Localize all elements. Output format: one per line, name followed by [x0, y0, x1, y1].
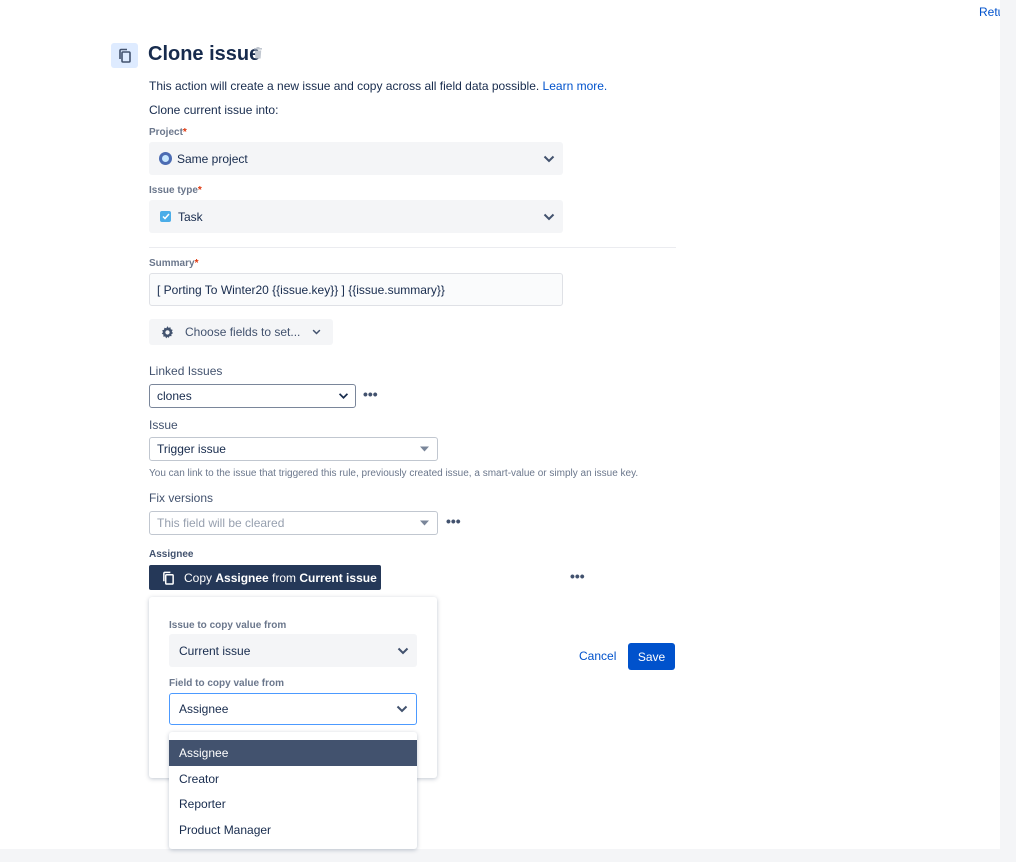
fix-versions-more-icon[interactable]: ••• — [446, 513, 461, 529]
project-label: Project* — [149, 127, 187, 138]
section-divider — [149, 247, 676, 248]
issue-to-copy-value: Current issue — [179, 643, 251, 658]
caret-down-icon — [420, 520, 429, 526]
dropdown-option-creator[interactable]: Creator — [169, 766, 417, 792]
issue-help-text: You can link to the issue that triggered… — [149, 468, 639, 479]
action-description: This action will create a new issue and … — [149, 79, 607, 93]
issue-type-select[interactable]: Task — [149, 200, 563, 233]
dropdown-option-product-manager[interactable]: Product Manager — [169, 817, 417, 843]
copy-button-field: Assignee — [215, 570, 269, 585]
chevron-down-icon — [313, 329, 321, 335]
page-title: Clone issue — [148, 43, 261, 65]
field-dropdown-menu: Assignee Creator Reporter Product Manage… — [169, 732, 417, 849]
assignee-more-icon[interactable]: ••• — [570, 568, 585, 584]
assignee-label: Assignee — [149, 549, 194, 560]
chevron-down-icon — [396, 705, 408, 713]
chevron-down-icon — [543, 155, 555, 162]
clone-icon — [111, 43, 138, 68]
choose-fields-label: Choose fields to set... — [185, 325, 301, 339]
summary-label-text: Summary — [149, 258, 195, 269]
cancel-button[interactable]: Cancel — [579, 649, 616, 663]
copy-assignee-button[interactable]: Copy Assignee from Current issue — [149, 565, 381, 590]
summary-input[interactable]: [ Porting To Winter20 {{issue.key}} ] {{… — [149, 273, 563, 306]
chevron-down-icon — [543, 213, 555, 220]
dropdown-option-reporter[interactable]: Reporter — [169, 791, 417, 817]
learn-more-link[interactable]: Learn more. — [543, 79, 608, 93]
required-marker: * — [197, 185, 202, 196]
copy-icon — [163, 571, 174, 585]
chevron-down-icon — [338, 393, 349, 399]
project-avatar-icon — [159, 152, 172, 165]
field-to-copy-value: Assignee — [179, 702, 229, 716]
issue-type-label: Issue type* — [149, 185, 202, 196]
project-value: Same project — [177, 151, 248, 166]
required-marker: * — [194, 258, 199, 269]
required-marker: * — [182, 127, 187, 138]
linked-issues-more-icon[interactable]: ••• — [363, 386, 378, 402]
linked-issues-value: clones — [157, 389, 192, 403]
issue-type-label-text: Issue type — [149, 185, 198, 196]
return-link[interactable]: Return — [979, 5, 1000, 19]
linked-issues-label: Linked Issues — [149, 364, 223, 378]
choose-fields-button[interactable]: Choose fields to set... — [149, 319, 333, 345]
fix-versions-placeholder: This field will be cleared — [157, 516, 285, 530]
chevron-down-icon — [397, 647, 409, 654]
caret-down-icon — [420, 446, 429, 452]
issue-select[interactable]: Trigger issue — [149, 437, 438, 461]
field-to-copy-select[interactable]: Assignee — [169, 693, 417, 725]
field-to-copy-label: Field to copy value from — [169, 678, 285, 689]
linked-issues-select[interactable]: clones — [149, 384, 356, 408]
save-button[interactable]: Save — [628, 643, 675, 670]
summary-label: Summary* — [149, 258, 198, 269]
copy-button-source: Current issue — [299, 570, 377, 585]
clone-into-label: Clone current issue into: — [149, 103, 279, 117]
issue-value: Trigger issue — [157, 442, 226, 456]
issue-type-value: Task — [178, 209, 203, 224]
project-select[interactable]: Same project — [149, 142, 563, 175]
description-text: This action will create a new issue and … — [149, 79, 540, 93]
issue-label: Issue — [149, 418, 178, 432]
issue-to-copy-select[interactable]: Current issue — [169, 634, 417, 667]
project-label-text: Project — [149, 127, 183, 138]
task-icon — [160, 211, 171, 222]
fix-versions-label: Fix versions — [149, 491, 214, 505]
gear-icon — [161, 325, 174, 338]
copy-button-prefix: Copy — [184, 570, 216, 585]
fix-versions-select[interactable]: This field will be cleared — [149, 511, 438, 535]
bottom-scroll-area — [0, 849, 1016, 862]
right-scroll-area — [1000, 0, 1016, 862]
dropdown-option-assignee[interactable]: Assignee — [169, 740, 417, 766]
issue-to-copy-label: Issue to copy value from — [169, 620, 287, 631]
trash-icon[interactable] — [253, 46, 263, 64]
copy-button-mid: from — [268, 570, 300, 585]
